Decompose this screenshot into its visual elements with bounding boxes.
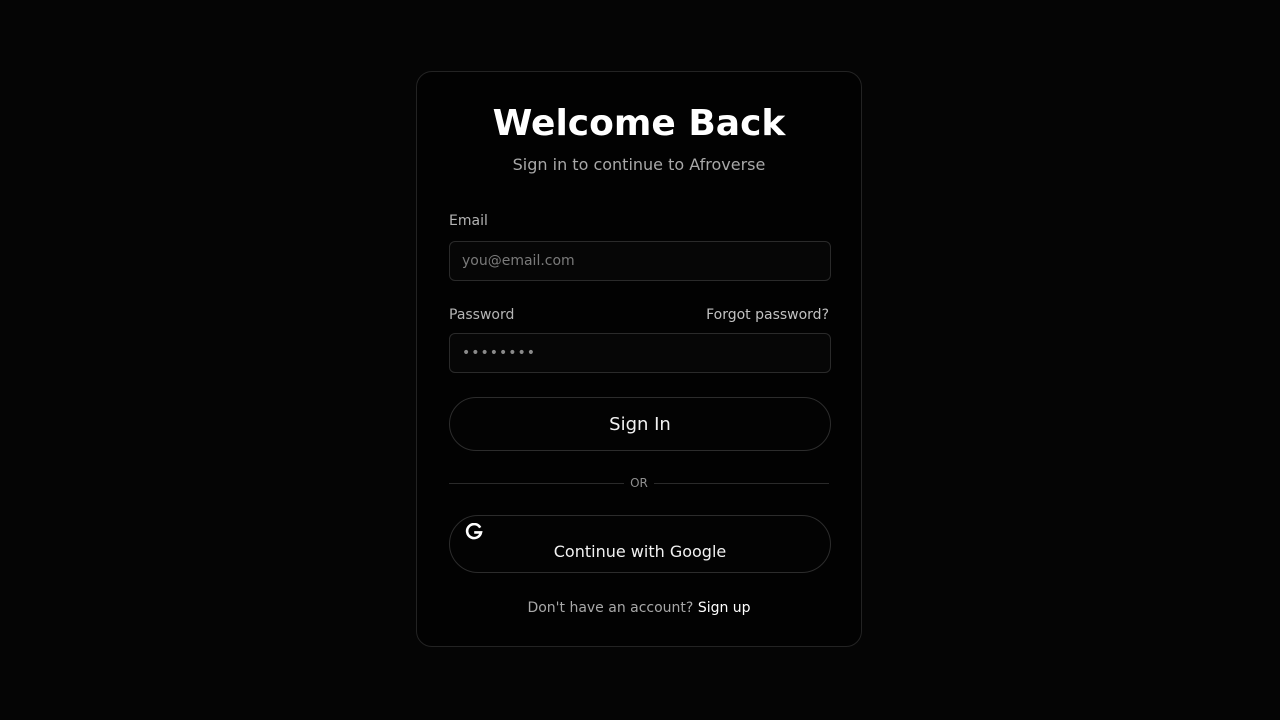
sign-up-link[interactable]: Sign up — [698, 600, 751, 616]
sign-in-button[interactable]: Sign In — [449, 397, 831, 451]
forgot-password-link[interactable]: Forgot password? — [706, 306, 829, 324]
email-input[interactable] — [449, 241, 831, 281]
signup-prompt-text: Don't have an account? — [527, 600, 694, 616]
login-card: Welcome Back Sign in to continue to Afro… — [416, 71, 862, 647]
divider-text: OR — [630, 476, 648, 490]
page-subtitle: Sign in to continue to Afroverse — [512, 155, 766, 174]
password-label-row: Password Forgot password? — [449, 306, 829, 324]
email-label-row: Email — [449, 212, 829, 230]
or-divider: OR — [449, 475, 830, 491]
google-button-label: Continue with Google — [553, 542, 727, 561]
password-input[interactable] — [449, 333, 831, 373]
google-icon — [465, 523, 483, 540]
continue-with-google-button[interactable]: Continue with Google — [449, 515, 831, 573]
signup-prompt: Don't have an account? Sign up — [449, 599, 829, 617]
page-title: Welcome Back — [492, 103, 786, 144]
divider-line-right — [653, 482, 830, 484]
divider-line-left — [449, 482, 625, 484]
password-label: Password — [449, 307, 515, 323]
email-label: Email — [449, 213, 488, 229]
